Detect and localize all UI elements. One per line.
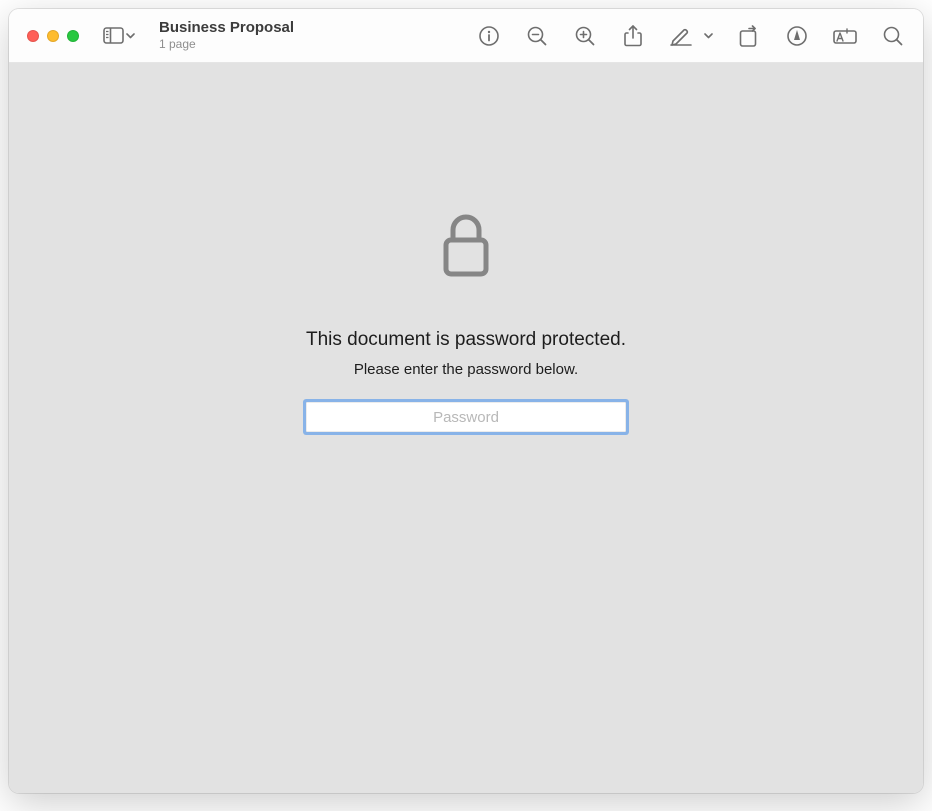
markup-button[interactable] bbox=[669, 24, 693, 48]
markup-icon bbox=[670, 26, 692, 46]
sidebar-icon bbox=[103, 27, 124, 44]
preview-window: Business Proposal 1 page bbox=[9, 9, 923, 793]
toolbar bbox=[477, 24, 905, 48]
close-button[interactable] bbox=[27, 30, 39, 42]
titlebar: Business Proposal 1 page bbox=[9, 9, 923, 63]
title-section: Business Proposal 1 page bbox=[159, 19, 469, 53]
markup-menu-button[interactable] bbox=[703, 24, 713, 48]
rotate-button[interactable] bbox=[737, 24, 761, 48]
document-page-count: 1 page bbox=[159, 37, 469, 53]
form-fields-button[interactable] bbox=[833, 24, 857, 48]
share-button[interactable] bbox=[621, 24, 645, 48]
minimize-button[interactable] bbox=[47, 30, 59, 42]
window-controls bbox=[27, 30, 79, 42]
chevron-down-icon bbox=[704, 33, 713, 39]
zoom-button[interactable] bbox=[67, 30, 79, 42]
pen-circle-icon bbox=[787, 26, 807, 46]
zoom-out-button[interactable] bbox=[525, 24, 549, 48]
info-icon bbox=[479, 26, 499, 46]
share-icon bbox=[624, 25, 642, 47]
password-heading: This document is password protected. bbox=[306, 329, 626, 351]
document-title: Business Proposal bbox=[159, 19, 469, 37]
lock-icon bbox=[441, 213, 491, 279]
form-icon bbox=[833, 28, 857, 44]
sidebar-toggle-button[interactable] bbox=[103, 27, 135, 44]
search-button[interactable] bbox=[881, 24, 905, 48]
password-input[interactable] bbox=[306, 402, 626, 432]
highlight-button[interactable] bbox=[785, 24, 809, 48]
zoom-in-button[interactable] bbox=[573, 24, 597, 48]
content-area: This document is password protected. Ple… bbox=[9, 63, 923, 793]
password-subtext: Please enter the password below. bbox=[354, 361, 578, 378]
rotate-icon bbox=[739, 25, 759, 47]
zoom-in-icon bbox=[575, 26, 595, 46]
zoom-out-icon bbox=[527, 26, 547, 46]
info-button[interactable] bbox=[477, 24, 501, 48]
chevron-down-icon bbox=[126, 33, 135, 39]
search-icon bbox=[883, 26, 903, 46]
